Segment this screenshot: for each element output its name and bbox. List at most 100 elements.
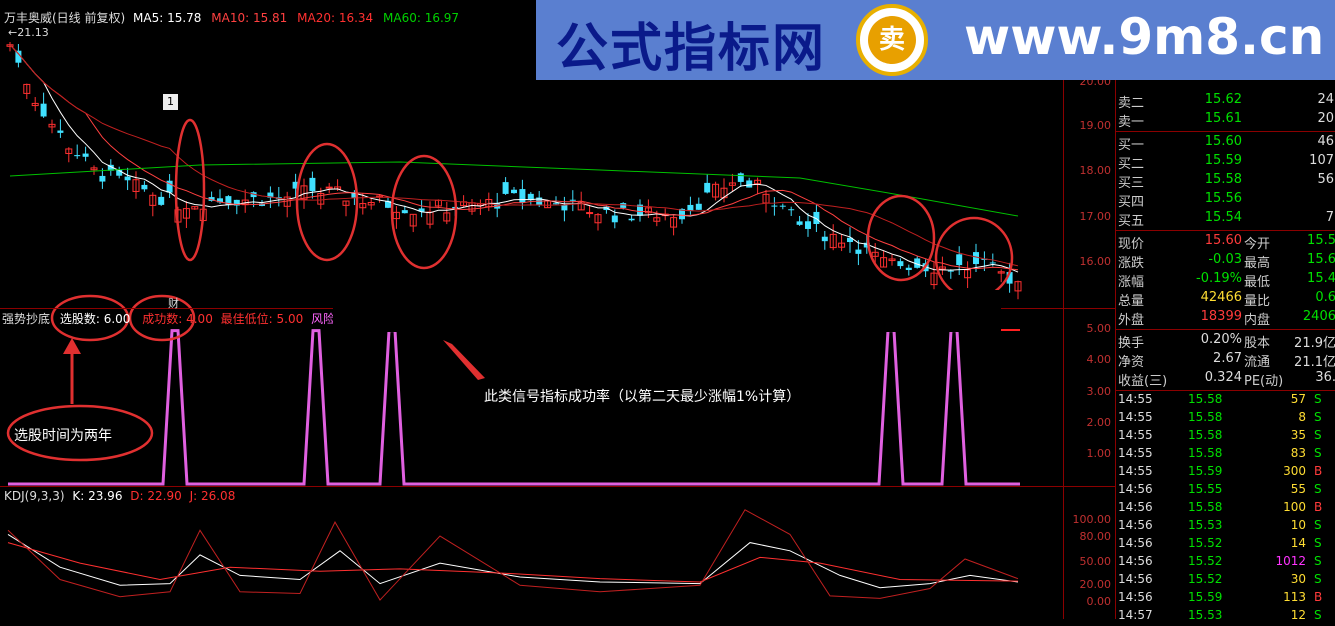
quote-value: -0.19% [1196, 271, 1242, 286]
tick-price: 15.58 [1188, 428, 1223, 442]
stat-row[interactable]: 涨幅 -0.19% 最低 15.4 [1116, 271, 1335, 290]
tick-side: S [1314, 536, 1322, 550]
tick-row: 14:55 15.58 83 S [1116, 446, 1335, 464]
tick-side: S [1314, 410, 1322, 424]
candle-body [855, 249, 862, 254]
annotation-ellipse [866, 194, 936, 282]
candle-body [611, 215, 618, 223]
quote-label: PE(动) [1244, 374, 1284, 389]
quote-price: 15.61 [1204, 111, 1242, 126]
tick-side: S [1314, 518, 1322, 532]
stat-row[interactable]: 涨跌 -0.03 最高 15.6 [1116, 252, 1335, 271]
candle-body [40, 103, 47, 117]
candle-body [989, 262, 996, 264]
tick-time: 14:55 [1118, 392, 1153, 406]
tick-volume: 113 [1283, 590, 1306, 604]
candle-body [771, 205, 778, 207]
quote-value: 15.6 [1307, 252, 1335, 267]
tick-time: 14:56 [1118, 554, 1153, 568]
info-box-1-label: 1 [167, 95, 174, 108]
price-axis-label: 19.00 [1079, 119, 1112, 132]
quote-value: 15.60 [1204, 233, 1242, 248]
high-marker-value: 21.13 [17, 26, 49, 39]
candle-body [779, 205, 786, 207]
tick-volume: 100 [1283, 500, 1306, 514]
quote-vol: 20 [1317, 111, 1334, 126]
tick-row: 14:55 15.58 8 S [1116, 410, 1335, 428]
bid-row[interactable]: 买四 15.56 [1116, 191, 1335, 210]
bid-row[interactable]: 买二 15.59 107 [1116, 153, 1335, 172]
quote-label: 现价 [1118, 237, 1145, 252]
tick-time: 14:55 [1118, 410, 1153, 424]
candle-body [99, 175, 106, 182]
tick-time: 14:55 [1118, 464, 1153, 478]
ma60-label: MA60: 16.97 [383, 11, 460, 25]
tick-row: 14:56 15.52 14 S [1116, 536, 1335, 554]
candle-body [821, 236, 828, 242]
candle-body [704, 182, 711, 193]
tick-price: 15.58 [1188, 392, 1223, 406]
tick-price: 15.52 [1188, 554, 1223, 568]
tick-row: 14:56 15.59 113 B [1116, 590, 1335, 608]
bid-row[interactable]: 买五 15.54 7 [1116, 210, 1335, 229]
tick-price: 15.59 [1188, 590, 1223, 604]
ask-row[interactable]: 卖一 15.61 20 [1116, 111, 1335, 130]
quote-value: 2406 [1302, 309, 1335, 324]
quote-price: 15.60 [1204, 134, 1242, 149]
ask-row[interactable]: 卖二 15.62 24 [1116, 92, 1335, 111]
quote-label: 收益(三) [1118, 374, 1168, 389]
kdj-axis-label: 20.00 [1079, 578, 1112, 591]
tick-row: 14:56 15.55 55 S [1116, 482, 1335, 500]
quote-label: 涨跌 [1118, 256, 1145, 271]
stat-row[interactable]: 外盘 18399 内盘 2406 [1116, 309, 1335, 328]
tick-price: 15.58 [1188, 446, 1223, 460]
tick-time: 14:56 [1118, 590, 1153, 604]
ma5-label: MA5: 15.78 [133, 11, 202, 25]
signal-indicator-line [8, 329, 1020, 486]
kdj-j: J: 26.08 [189, 489, 236, 503]
kdj-axis-label: 80.00 [1079, 530, 1112, 543]
candle-body [124, 176, 131, 181]
stock-title: 万丰奥威(日线 前复权) [4, 11, 126, 25]
candle-body [519, 189, 526, 203]
watermark-banner[interactable]: 公式指标网 卖 www.9m8.cn [536, 0, 1335, 80]
quote-divider [1116, 131, 1335, 132]
stat-row[interactable]: 总量 42466 量比 0.6 [1116, 290, 1335, 309]
tick-side: S [1314, 554, 1322, 568]
quote-label: 买三 [1118, 176, 1145, 191]
candle-body [796, 221, 803, 225]
annotation-ellipse [295, 142, 359, 262]
tick-volume: 30 [1290, 572, 1306, 586]
quote-value: 42466 [1200, 290, 1242, 305]
quote-value: 36. [1315, 370, 1335, 385]
stat-row[interactable]: 现价 15.60 今开 15.5 [1116, 233, 1335, 252]
success-note: 此类信号指标成功率（以第二天最少涨幅1%计算） [484, 389, 801, 405]
quote-vol: 56 [1317, 172, 1334, 187]
annotation-ellipse [174, 118, 206, 262]
quote-vol: 46 [1317, 134, 1334, 149]
tick-volume: 8 [1298, 410, 1306, 424]
candle-body [947, 270, 954, 272]
fund-row[interactable]: 净资 2.67 流通 21.1亿 [1116, 351, 1335, 370]
bid-row[interactable]: 买三 15.58 56 [1116, 172, 1335, 191]
candle-body [325, 186, 333, 189]
quote-label: 买二 [1118, 157, 1145, 172]
quote-value: 2.67 [1213, 351, 1242, 366]
tick-time: 14:57 [1118, 608, 1153, 622]
candle-body [897, 261, 904, 267]
tick-time: 14:55 [1118, 428, 1153, 442]
tick-row: 14:56 15.52 1012 S [1116, 554, 1335, 572]
tick-time: 14:56 [1118, 536, 1153, 550]
kdj-axis-label: 50.00 [1079, 555, 1112, 568]
quote-label: 最低 [1244, 275, 1271, 290]
bid-row[interactable]: 买一 15.60 46 [1116, 134, 1335, 153]
fund-row[interactable]: 收益(三) 0.324 PE(动) 36. [1116, 370, 1335, 389]
banner-title: 公式指标网 [556, 19, 827, 79]
info-box-1[interactable]: 1 [163, 94, 178, 110]
tick-price: 15.55 [1188, 482, 1223, 496]
quote-value: 0.324 [1204, 370, 1242, 385]
ma10-label: MA10: 15.81 [211, 11, 288, 25]
tick-volume: 12 [1290, 608, 1306, 622]
fund-row[interactable]: 换手 0.20% 股本 21.9亿 [1116, 332, 1335, 351]
price-axis-label: 18.00 [1079, 164, 1112, 177]
